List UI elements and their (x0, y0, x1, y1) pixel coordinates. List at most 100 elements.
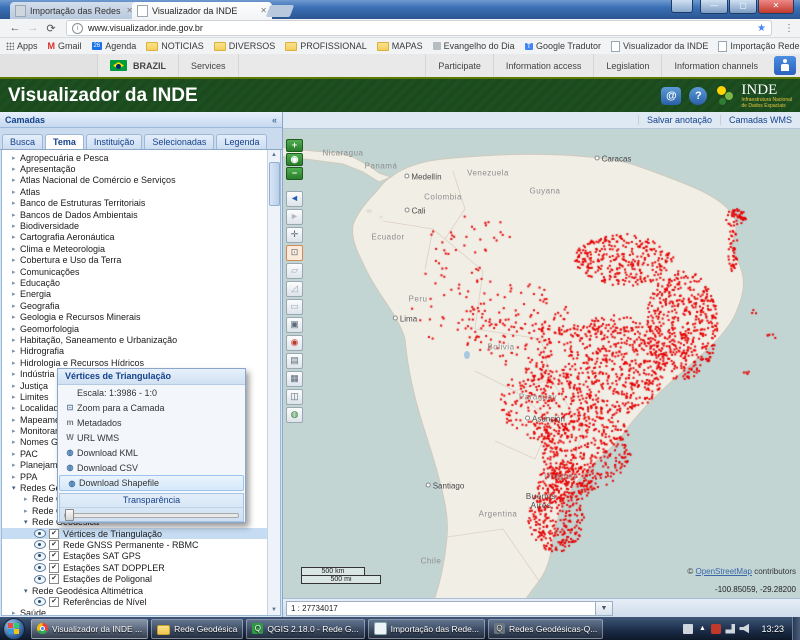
layer-checkbox[interactable] (49, 574, 59, 584)
gov-services-link[interactable]: Services (179, 54, 239, 77)
layer-category-row[interactable]: Bancos de Dados Ambientais (2, 209, 280, 220)
measure-area[interactable] (286, 281, 303, 297)
profile-button[interactable] (671, 0, 693, 13)
download-kml[interactable]: Download KML (58, 445, 245, 460)
layer-category-row[interactable]: Banco de Estruturas Territoriais (2, 198, 280, 209)
triangulation-points-canvas[interactable] (283, 129, 800, 598)
bookmark-item[interactable]: NOTICIAS (146, 41, 204, 51)
layer-checkbox[interactable] (49, 529, 59, 539)
download-shapefile[interactable]: Download Shapefile (59, 475, 244, 491)
expand-icon[interactable] (12, 347, 20, 355)
bookmark-item[interactable]: M Gmail (48, 41, 82, 51)
minimize-button[interactable]: — (700, 0, 728, 14)
layer-category-row[interactable]: Geomorfologia (2, 323, 280, 334)
browser-tab[interactable]: Importação das Redes G ✕ (10, 2, 138, 19)
bookmark-item[interactable]: MAPAS (377, 41, 423, 51)
tray-expand-icon[interactable]: ▲ (697, 624, 707, 634)
expand-icon[interactable] (12, 290, 20, 298)
map-action-link[interactable]: Camadas WMS (720, 115, 800, 125)
sidebar-tab[interactable]: Busca (2, 134, 43, 149)
metadata[interactable]: Metadados (58, 415, 245, 430)
expand-icon[interactable] (12, 199, 20, 207)
start-button[interactable] (3, 618, 25, 640)
bookmark-item[interactable]: Visualizador da INDE (611, 41, 708, 52)
tree-item-rede-altimetrica[interactable]: Rede Geodésica Altimétrica (2, 585, 280, 596)
expand-icon[interactable] (12, 370, 20, 378)
zoom-out[interactable] (286, 167, 303, 180)
collapse-icon[interactable] (24, 518, 32, 526)
zoom-box[interactable] (286, 245, 303, 261)
maximize-button[interactable]: ▢ (729, 0, 757, 14)
annotate[interactable] (286, 335, 303, 351)
expand-icon[interactable] (12, 154, 20, 162)
visibility-eye-icon[interactable] (34, 575, 46, 584)
bookmark-item[interactable]: 26 Agenda (92, 41, 137, 51)
collapse-icon[interactable] (24, 587, 32, 595)
layer-category-row[interactable]: Biodiversidade (2, 220, 280, 231)
layer-row[interactable]: Estações SAT GPS (2, 551, 280, 562)
taskbar-button[interactable]: Q Redes Geodésicas-Q... (488, 619, 603, 639)
layer-category-row[interactable]: Geologia e Recursos Minerais (2, 311, 280, 322)
zoom-extent[interactable] (286, 153, 303, 166)
scroll-up-icon[interactable]: ▲ (269, 150, 279, 160)
sidebar-scrollbar[interactable]: ▲ ▼ (267, 150, 280, 615)
expand-icon[interactable] (12, 393, 20, 401)
contact-at-icon[interactable]: @ (661, 87, 681, 105)
close-button[interactable]: ✕ (758, 0, 794, 14)
expand-icon[interactable] (12, 222, 20, 230)
taskbar-button[interactable]: Q QGIS 2.18.0 - Rede G... (246, 619, 364, 639)
panel-collapse-icon[interactable]: « (272, 115, 277, 125)
expand-icon[interactable] (12, 211, 20, 219)
layer-category-row[interactable]: Cobertura e Uso da Terra (2, 255, 280, 266)
layer-category-row[interactable]: Hidrografia (2, 346, 280, 357)
expand-icon[interactable] (12, 233, 20, 241)
layer-row[interactable]: Estações de Poligonal (2, 573, 280, 584)
map-action-link[interactable]: Salvar anotação (638, 115, 720, 125)
expand-icon[interactable] (12, 325, 20, 333)
help-icon[interactable]: ? (689, 87, 707, 105)
site-info-icon[interactable]: i (72, 23, 83, 34)
keyboard-tray-icon[interactable] (683, 624, 693, 634)
reload-button[interactable]: ⟳ (42, 22, 60, 35)
sidebar-tab[interactable]: Selecionadas (144, 134, 214, 149)
expand-icon[interactable] (24, 507, 32, 515)
pan[interactable] (286, 227, 303, 243)
world[interactable] (286, 407, 303, 423)
antivirus-tray-icon[interactable] (711, 624, 721, 634)
network-tray-icon[interactable] (725, 624, 735, 634)
layer-category-row[interactable]: Clima e Meteorologia (2, 243, 280, 254)
expand-icon[interactable] (24, 495, 32, 503)
layer-checkbox[interactable] (49, 540, 59, 550)
expand-icon[interactable] (12, 416, 20, 424)
chart[interactable] (286, 371, 303, 387)
scroll-down-icon[interactable]: ▼ (269, 605, 279, 615)
scale-select-dropdown-icon[interactable]: ▼ (596, 601, 613, 616)
browser-menu-icon[interactable]: ⋮ (784, 23, 794, 34)
expand-icon[interactable] (12, 404, 20, 412)
expand-icon[interactable] (12, 268, 20, 276)
layer-row[interactable]: Estações SAT DOPPLER (2, 562, 280, 573)
visibility-eye-icon[interactable] (34, 529, 46, 538)
bookmark-item[interactable]: Importação Rede Bra (718, 41, 800, 52)
history-forward[interactable] (286, 209, 303, 225)
gov-menu-link[interactable]: Information channels (661, 54, 770, 77)
scale-select[interactable]: 1 : 27734017 (286, 601, 596, 616)
gov-menu-link[interactable]: Information access (493, 54, 594, 77)
expand-icon[interactable] (12, 461, 20, 469)
expand-icon[interactable] (12, 427, 20, 435)
layer-row[interactable]: Rede GNSS Permanente - RBMC (2, 539, 280, 550)
expand-icon[interactable] (12, 176, 20, 184)
show-desktop-button[interactable] (792, 617, 800, 640)
expand-icon[interactable] (12, 450, 20, 458)
layer-category-row[interactable]: Educação (2, 277, 280, 288)
layer-category-row[interactable]: Atlas Nacional de Comércio e Serviços (2, 175, 280, 186)
gov-menu-link[interactable]: Participate (425, 54, 493, 77)
bookmark-item[interactable]: T Google Tradutor (525, 41, 601, 51)
taskbar-button[interactable]: Rede Geodésica (151, 619, 243, 639)
back-button[interactable]: ← (6, 22, 24, 34)
address-bar[interactable]: i www.visualizador.inde.gov.br ★ (66, 20, 772, 36)
layer-category-row[interactable]: Apresentação (2, 163, 280, 174)
map-viewport[interactable]: NicaraguaPanamáCaracasMedellínVenezuelaC… (283, 129, 800, 598)
new-tab-button[interactable] (266, 5, 294, 17)
print[interactable] (286, 353, 303, 369)
